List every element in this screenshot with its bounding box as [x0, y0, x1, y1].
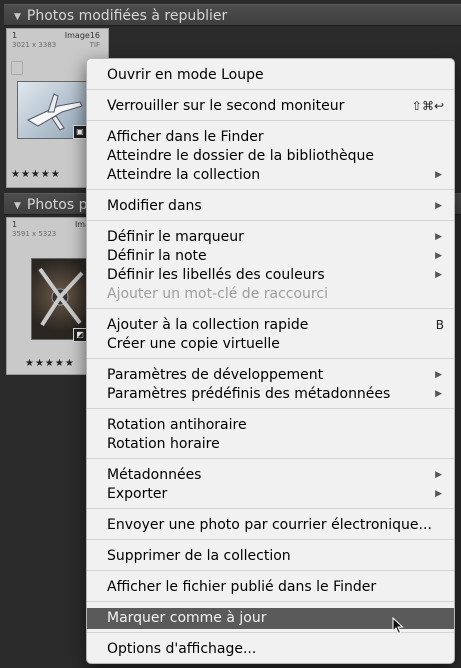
menu-item-label: Définir les libellés des couleurs: [107, 267, 325, 283]
menu-item-open-loupe[interactable]: Ouvrir en mode Loupe: [87, 66, 454, 85]
submenu-arrow-icon: ▶: [435, 270, 442, 280]
propeller-photo-icon: [38, 267, 84, 327]
submenu-arrow-icon: ▶: [435, 489, 442, 499]
submenu-arrow-icon: ▶: [435, 232, 442, 242]
menu-item-set-color-labels[interactable]: Définir les libellés des couleurs ▶: [87, 266, 454, 285]
badge-icon: ▣: [73, 125, 87, 139]
menu-item-lock-second-monitor[interactable]: Verrouiller sur le second moniteur ⇧⌘↩: [87, 97, 454, 116]
menu-item-remove-from-collection[interactable]: Supprimer de la collection: [87, 547, 454, 566]
menu-item-rotate-left[interactable]: Rotation antihoraire: [87, 416, 454, 435]
submenu-arrow-icon: ▶: [435, 470, 442, 480]
menu-item-email-photo[interactable]: Envoyer une photo par courrier électroni…: [87, 516, 454, 535]
menu-item-label: Atteindre le dossier de la bibliothèque: [107, 148, 375, 164]
menu-item-label: Afficher le fichier publié dans le Finde…: [107, 579, 377, 595]
menu-item-label: Paramètres de développement: [107, 367, 324, 383]
cell-dimensions: 3021 x 3383: [12, 41, 57, 49]
menu-item-edit-in[interactable]: Modifier dans ▶: [87, 197, 454, 216]
menu-separator: [87, 120, 454, 121]
menu-item-label: Paramètres prédéfinis des métadonnées: [107, 386, 391, 402]
section-header-republish[interactable]: ▼ Photos modifiées à republier: [4, 4, 461, 26]
menu-separator: [87, 89, 454, 90]
menu-item-label: Créer une copie virtuelle: [107, 336, 280, 352]
menu-item-export[interactable]: Exporter ▶: [87, 485, 454, 504]
submenu-arrow-icon: ▶: [435, 201, 442, 211]
cell-dimensions: 3591 x 5323: [12, 230, 57, 238]
rating-stars[interactable]: ★★★★★: [11, 169, 61, 180]
section-title: Photos p: [26, 197, 88, 213]
mouse-pointer-icon: [392, 617, 404, 635]
menu-item-create-virtual-copy[interactable]: Créer une copie virtuelle: [87, 335, 454, 354]
menu-item-label: Afficher dans le Finder: [107, 129, 264, 145]
menu-item-go-to-collection[interactable]: Atteindre la collection ▶: [87, 166, 454, 185]
menu-item-label: Modifier dans: [107, 198, 202, 214]
cell-extension: TIF: [89, 41, 100, 49]
menu-item-label: Verrouiller sur le second moniteur: [107, 98, 345, 114]
disclosure-triangle-icon[interactable]: ▼: [14, 12, 21, 22]
menu-item-label: Options d'affichage...: [107, 641, 257, 657]
submenu-arrow-icon: ▶: [435, 389, 442, 399]
menu-item-rotate-right[interactable]: Rotation horaire: [87, 435, 454, 454]
menu-item-show-published-in-finder[interactable]: Afficher le fichier publié dans le Finde…: [87, 578, 454, 597]
flag-icon[interactable]: [11, 61, 23, 75]
cell-filename: Image16: [64, 31, 100, 40]
menu-separator: [87, 570, 454, 571]
menu-item-metadata-presets[interactable]: Paramètres prédéfinis des métadonnées ▶: [87, 385, 454, 404]
menu-item-go-to-folder[interactable]: Atteindre le dossier de la bibliothèque: [87, 147, 454, 166]
menu-item-label: Atteindre la collection: [107, 167, 261, 183]
menu-item-add-quick-collection[interactable]: Ajouter à la collection rapide B: [87, 316, 454, 335]
menu-separator: [87, 220, 454, 221]
menu-separator: [87, 408, 454, 409]
submenu-arrow-icon: ▶: [435, 251, 442, 261]
submenu-arrow-icon: ▶: [435, 370, 442, 380]
context-menu: Ouvrir en mode Loupe Verrouiller sur le …: [86, 58, 455, 664]
keyboard-shortcut: ⇧⌘↩: [411, 99, 444, 113]
badge-icon: ◩: [73, 328, 87, 342]
menu-separator: [87, 458, 454, 459]
menu-separator: [87, 358, 454, 359]
menu-separator: [87, 601, 454, 602]
menu-item-add-shortcut-keyword: Ajouter un mot-clé de raccourci: [87, 285, 454, 304]
menu-item-label: Rotation antihoraire: [107, 417, 247, 433]
menu-separator: [87, 539, 454, 540]
cell-index: 1: [12, 220, 18, 229]
menu-item-view-options[interactable]: Options d'affichage...: [87, 640, 454, 659]
menu-item-metadata[interactable]: Métadonnées ▶: [87, 466, 454, 485]
menu-separator: [87, 308, 454, 309]
menu-item-label: Rotation horaire: [107, 436, 220, 452]
menu-item-label: Définir le marqueur: [107, 229, 244, 245]
keyboard-shortcut: B: [435, 318, 444, 332]
menu-item-label: Supprimer de la collection: [107, 548, 291, 564]
menu-item-show-in-finder[interactable]: Afficher dans le Finder: [87, 128, 454, 147]
menu-item-label: Exporter: [107, 486, 168, 502]
menu-item-label: Marquer comme à jour: [107, 610, 267, 626]
menu-item-develop-settings[interactable]: Paramètres de développement ▶: [87, 366, 454, 385]
disclosure-triangle-icon[interactable]: ▼: [14, 201, 21, 211]
menu-item-label: Ouvrir en mode Loupe: [107, 67, 264, 83]
menu-item-label: Métadonnées: [107, 467, 202, 483]
menu-item-set-flag[interactable]: Définir le marqueur ▶: [87, 228, 454, 247]
menu-item-label: Envoyer une photo par courrier électroni…: [107, 517, 432, 533]
menu-item-set-rating[interactable]: Définir la note ▶: [87, 247, 454, 266]
cell-index: 1: [12, 31, 18, 40]
rating-stars[interactable]: ★★★★★: [25, 358, 75, 369]
menu-separator: [87, 189, 454, 190]
menu-separator: [87, 508, 454, 509]
submenu-arrow-icon: ▶: [435, 170, 442, 180]
menu-item-label: Définir la note: [107, 248, 207, 264]
menu-item-label: Ajouter à la collection rapide: [107, 317, 309, 333]
section-title: Photos modifiées à republier: [26, 8, 228, 24]
menu-item-label: Ajouter un mot-clé de raccourci: [107, 286, 328, 302]
